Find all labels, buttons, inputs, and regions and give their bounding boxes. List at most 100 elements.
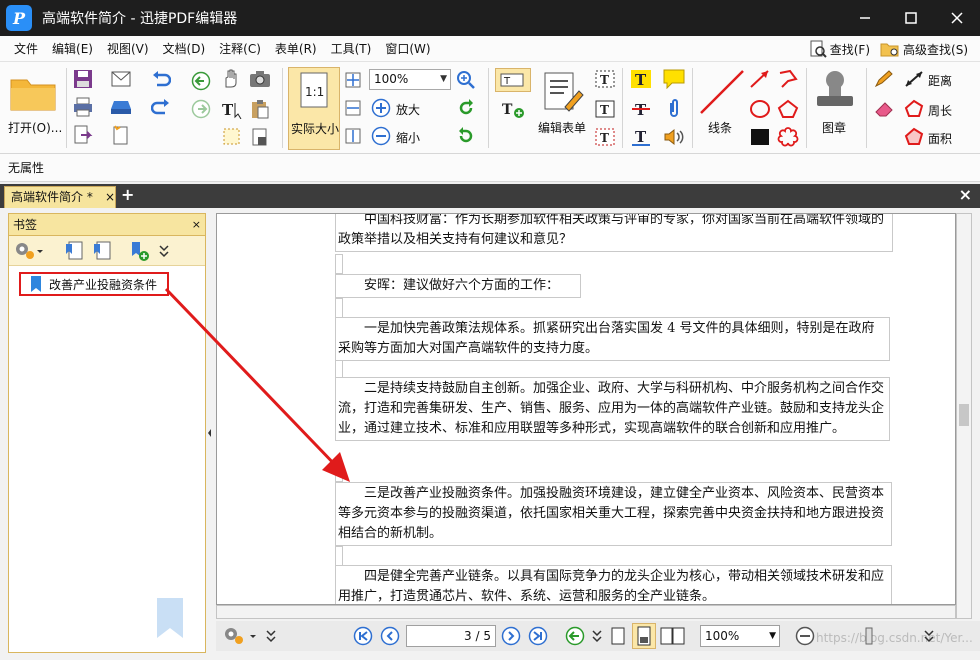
menu-comment[interactable]: 注释(C) xyxy=(219,40,261,57)
zoom-out-icon[interactable] xyxy=(370,125,392,147)
zoom-out-label[interactable]: 缩小 xyxy=(396,129,420,146)
nav-back-icon[interactable] xyxy=(564,625,586,647)
actual-size-button[interactable]: 1:1 实际大小 xyxy=(288,67,340,150)
new-document-icon[interactable] xyxy=(110,124,132,146)
open-folder-icon[interactable] xyxy=(8,70,58,114)
document-view[interactable]: 中国科技财富：作为长期参加软件相关政策与评审的专家，你对国家当前在高端软件领域的… xyxy=(216,213,956,605)
single-page-icon[interactable] xyxy=(608,625,628,647)
note-icon[interactable] xyxy=(662,68,686,90)
document-tool-icon[interactable] xyxy=(248,126,272,148)
new-bookmark-icon[interactable] xyxy=(127,240,151,262)
zoom-in-icon[interactable] xyxy=(370,97,392,119)
text-field-tool-icon[interactable]: T xyxy=(495,68,531,92)
rotate-right-icon[interactable] xyxy=(455,125,477,147)
stamp-icon[interactable] xyxy=(812,68,858,114)
polygon-tool-icon[interactable] xyxy=(776,98,800,120)
perimeter-icon[interactable] xyxy=(902,98,926,120)
paragraph-1[interactable]: 中国科技财富：作为长期参加软件相关政策与评审的专家，你对国家当前在高端软件领域的… xyxy=(335,214,893,252)
add-tab-icon[interactable]: + xyxy=(121,185,134,204)
distance-icon[interactable] xyxy=(902,68,926,90)
edit-form-icon[interactable] xyxy=(540,70,586,114)
line-label[interactable]: 线条 xyxy=(708,119,732,136)
underline-icon[interactable]: T xyxy=(629,126,653,148)
select-area-icon[interactable] xyxy=(220,126,244,148)
continuous-page-icon[interactable] xyxy=(632,623,656,649)
horizontal-scrollbar[interactable] xyxy=(216,605,956,619)
paragraph-3[interactable]: 一是加快完善政策法规体系。抓紧研究出台落实国发 4 号文件的具体细则，特别是在政… xyxy=(335,317,890,361)
paste-icon[interactable] xyxy=(248,98,272,120)
fit-width-icon[interactable] xyxy=(343,98,363,118)
back-icon[interactable] xyxy=(190,70,212,92)
zoom-status-select[interactable]: 100% ▼ xyxy=(700,625,780,647)
area-icon[interactable] xyxy=(902,126,926,148)
close-tab-icon[interactable]: × xyxy=(105,187,115,207)
distance-label[interactable]: 距离 xyxy=(928,72,952,89)
save-icon[interactable] xyxy=(72,68,94,90)
redo-icon[interactable] xyxy=(150,96,172,118)
rectangle-tool-icon[interactable] xyxy=(748,126,772,148)
add-child-bookmark-icon[interactable] xyxy=(91,240,115,262)
zoom-out-status-icon[interactable] xyxy=(794,625,816,647)
previous-page-icon[interactable] xyxy=(379,625,401,647)
chevron-down-double-icon[interactable] xyxy=(264,627,278,645)
maximize-button[interactable] xyxy=(888,0,934,36)
close-panel-icon[interactable]: × xyxy=(192,214,201,236)
perimeter-label[interactable]: 周长 xyxy=(928,102,952,119)
email-icon[interactable] xyxy=(110,68,132,90)
paragraph-6[interactable]: 四是健全完善产业链条。以具有国际竞争力的龙头企业为核心，带动相关领域技术研发和应… xyxy=(335,565,892,604)
add-bookmark-icon[interactable] xyxy=(63,240,87,262)
textbox-icon[interactable]: T xyxy=(593,68,617,90)
find-button[interactable]: 查找(F) xyxy=(809,40,870,58)
eraser-icon[interactable] xyxy=(872,98,896,120)
menu-tools[interactable]: 工具(T) xyxy=(331,40,372,57)
chevron-down-double-icon[interactable] xyxy=(590,627,604,645)
chevron-down-double-icon[interactable] xyxy=(157,240,171,262)
fit-page-icon[interactable] xyxy=(343,70,363,90)
page-number-field[interactable]: 3 / 5 xyxy=(406,625,496,647)
close-button[interactable] xyxy=(934,0,980,36)
open-label[interactable]: 打开(O)... xyxy=(8,119,62,136)
advanced-find-button[interactable]: 高级查找(S) xyxy=(880,40,968,58)
magnifier-icon[interactable] xyxy=(455,69,477,91)
menu-edit[interactable]: 编辑(E) xyxy=(52,40,93,57)
stamp-label[interactable]: 图章 xyxy=(822,119,846,136)
arrow-tool-icon[interactable] xyxy=(748,68,772,90)
zoom-slider-thumb[interactable] xyxy=(864,627,874,645)
snapshot-icon[interactable] xyxy=(248,68,272,90)
scroll-thumb[interactable] xyxy=(959,404,969,426)
minimize-button[interactable] xyxy=(842,0,888,36)
pencil-icon[interactable] xyxy=(872,68,896,90)
zoom-in-label[interactable]: 放大 xyxy=(396,101,420,118)
undo-icon[interactable] xyxy=(150,68,172,90)
fit-visible-icon[interactable] xyxy=(343,126,363,146)
typewriter-icon[interactable]: T xyxy=(593,98,617,120)
panel-splitter-icon[interactable] xyxy=(206,413,212,453)
ellipse-tool-icon[interactable] xyxy=(748,98,772,120)
next-page-icon[interactable] xyxy=(500,625,522,647)
close-all-tabs-icon[interactable]: × xyxy=(959,185,972,204)
hand-tool-icon[interactable] xyxy=(220,68,242,90)
print-icon[interactable] xyxy=(72,96,94,118)
line-tool-icon[interactable] xyxy=(698,68,746,116)
attachment-icon[interactable] xyxy=(662,98,686,120)
first-page-icon[interactable] xyxy=(352,625,374,647)
edit-form-label[interactable]: 编辑表单 xyxy=(538,119,586,136)
highlight-icon[interactable]: T xyxy=(629,68,653,90)
area-label[interactable]: 面积 xyxy=(928,130,952,147)
menu-form[interactable]: 表单(R) xyxy=(275,40,317,57)
zoom-select[interactable]: 100% ▼ xyxy=(369,69,451,90)
polyline-tool-icon[interactable] xyxy=(776,68,800,90)
paragraph-4[interactable]: 二是持续支持鼓励自主创新。加强企业、政府、大学与科研机构、中介服务机构之间合作交… xyxy=(335,377,890,441)
status-options-icon[interactable] xyxy=(220,625,260,647)
menu-document[interactable]: 文档(D) xyxy=(163,40,206,57)
vertical-scrollbar[interactable] xyxy=(956,213,972,619)
strikeout-icon[interactable]: T xyxy=(629,98,653,120)
cloud-tool-icon[interactable] xyxy=(776,126,800,148)
menu-file[interactable]: 文件 xyxy=(14,40,38,57)
bookmark-item[interactable]: 改善产业投融资条件 xyxy=(19,272,169,296)
menu-view[interactable]: 视图(V) xyxy=(107,40,149,57)
rotate-left-icon[interactable] xyxy=(455,97,477,119)
scan-icon[interactable] xyxy=(110,96,132,118)
add-field-icon[interactable]: T xyxy=(495,98,531,122)
forward-icon[interactable] xyxy=(190,98,212,120)
